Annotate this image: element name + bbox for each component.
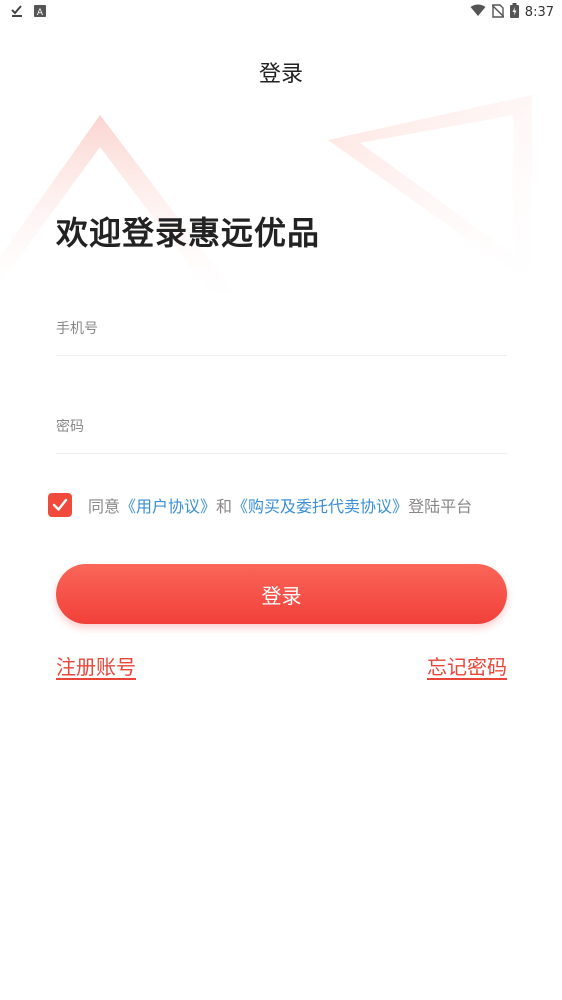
svg-text:A: A (37, 8, 44, 17)
status-time: 8:37 (524, 5, 554, 20)
wifi-icon (470, 4, 486, 21)
welcome-heading: 欢迎登录惠远优品 (56, 214, 321, 252)
a-badge-icon: A (34, 5, 46, 21)
download-done-icon (10, 4, 24, 22)
forgot-password-link[interactable]: 忘记密码 (427, 651, 507, 680)
password-input[interactable] (56, 401, 507, 453)
phone-input[interactable] (56, 303, 507, 355)
user-agreement-link[interactable]: 《用户协议》 (120, 493, 216, 517)
agree-and: 和 (216, 497, 233, 516)
no-sim-icon (491, 3, 505, 22)
agreement-row: 同意 《用户协议》 和 《购买及委托代卖协议》 登陆平台 (48, 490, 472, 520)
status-bar: A 8:37 (0, 0, 562, 24)
agree-suffix: 登陆平台 (408, 497, 473, 516)
phone-field[interactable] (56, 303, 507, 356)
agree-checkbox[interactable] (48, 493, 72, 517)
check-icon (52, 498, 68, 511)
agree-prefix: 同意 (88, 497, 121, 516)
purchase-agreement-link[interactable]: 《购买及委托代卖协议》 (232, 493, 408, 517)
register-link[interactable]: 注册账号 (56, 651, 136, 680)
battery-charging-icon (509, 3, 519, 22)
password-field[interactable] (56, 401, 507, 454)
page-title: 登录 (258, 62, 303, 87)
login-button[interactable]: 登录 (56, 564, 507, 624)
